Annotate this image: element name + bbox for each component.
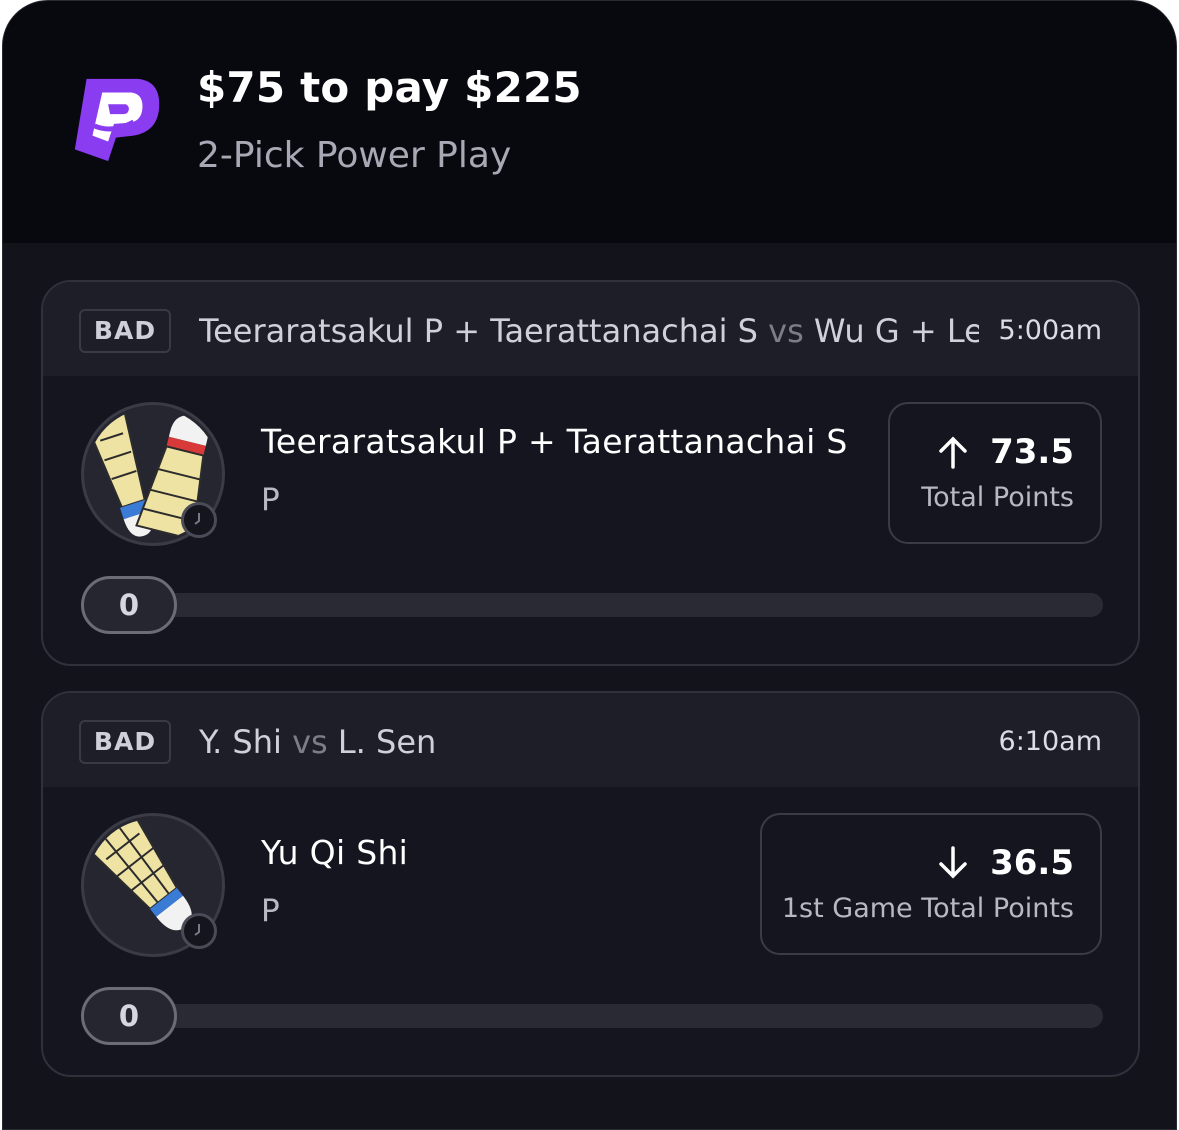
progress-track (81, 593, 1103, 617)
matchup: Teeraratsakul P + Taerattanachai S vs Wu… (199, 308, 979, 354)
line-value: 36.5 (990, 843, 1074, 883)
avatar (81, 813, 225, 957)
projection-box[interactable]: 73.5 Total Points (888, 402, 1102, 544)
game-time: 5:00am (978, 308, 1102, 354)
arrow-down-icon (939, 846, 967, 879)
avatar (81, 402, 225, 546)
stat-type: Total Points (921, 482, 1074, 513)
line-value: 73.5 (990, 432, 1074, 472)
pick-card[interactable]: BAD Teeraratsakul P + Taerattanachai S v… (41, 280, 1140, 666)
progress-track (81, 1004, 1103, 1028)
player-position: P (261, 482, 280, 518)
sport-badge: BAD (79, 309, 171, 353)
team-b: L. Sen (337, 723, 437, 761)
team-a: Y. Shi (199, 723, 282, 761)
arrow-up-icon (939, 436, 967, 469)
entry-type: 2-Pick Power Play (197, 135, 512, 176)
progress-value: 0 (81, 987, 177, 1045)
pick-header: BAD Y. Shi vs L. Sen 6:10am (43, 693, 1138, 787)
projection-box[interactable]: 36.5 1st Game Total Points (760, 813, 1102, 955)
entry-header: $75 to pay $225 2-Pick Power Play (3, 1, 1176, 243)
pick-card[interactable]: BAD Y. Shi vs L. Sen 6:10am Yu Qi Shi P … (41, 691, 1140, 1077)
entry-title: $75 to pay $225 (197, 63, 582, 112)
progress-value: 0 (81, 576, 177, 634)
player-name: Yu Qi Shi (261, 833, 409, 872)
entry-card: $75 to pay $225 2-Pick Power Play BAD Te… (2, 0, 1177, 1130)
player-name: Teeraratsakul P + Taerattanachai S (261, 422, 848, 461)
pick-header: BAD Teeraratsakul P + Taerattanachai S v… (43, 282, 1138, 376)
vs-label: vs (768, 312, 804, 350)
game-time: 6:10am (978, 719, 1102, 765)
clock-icon (181, 913, 217, 949)
matchup: Y. Shi vs L. Sen (199, 719, 979, 765)
clock-icon (181, 502, 217, 538)
projection-line: 73.5 (938, 432, 1074, 472)
team-b: Wu G + Le (813, 312, 979, 350)
vs-label: vs (292, 723, 328, 761)
player-position: P (261, 893, 280, 929)
projection-line: 36.5 (938, 843, 1074, 883)
stat-type: 1st Game Total Points (781, 893, 1074, 924)
sport-badge: BAD (79, 720, 171, 764)
prizepicks-logo-icon (74, 78, 160, 162)
team-a: Teeraratsakul P + Taerattanachai S (199, 312, 758, 350)
